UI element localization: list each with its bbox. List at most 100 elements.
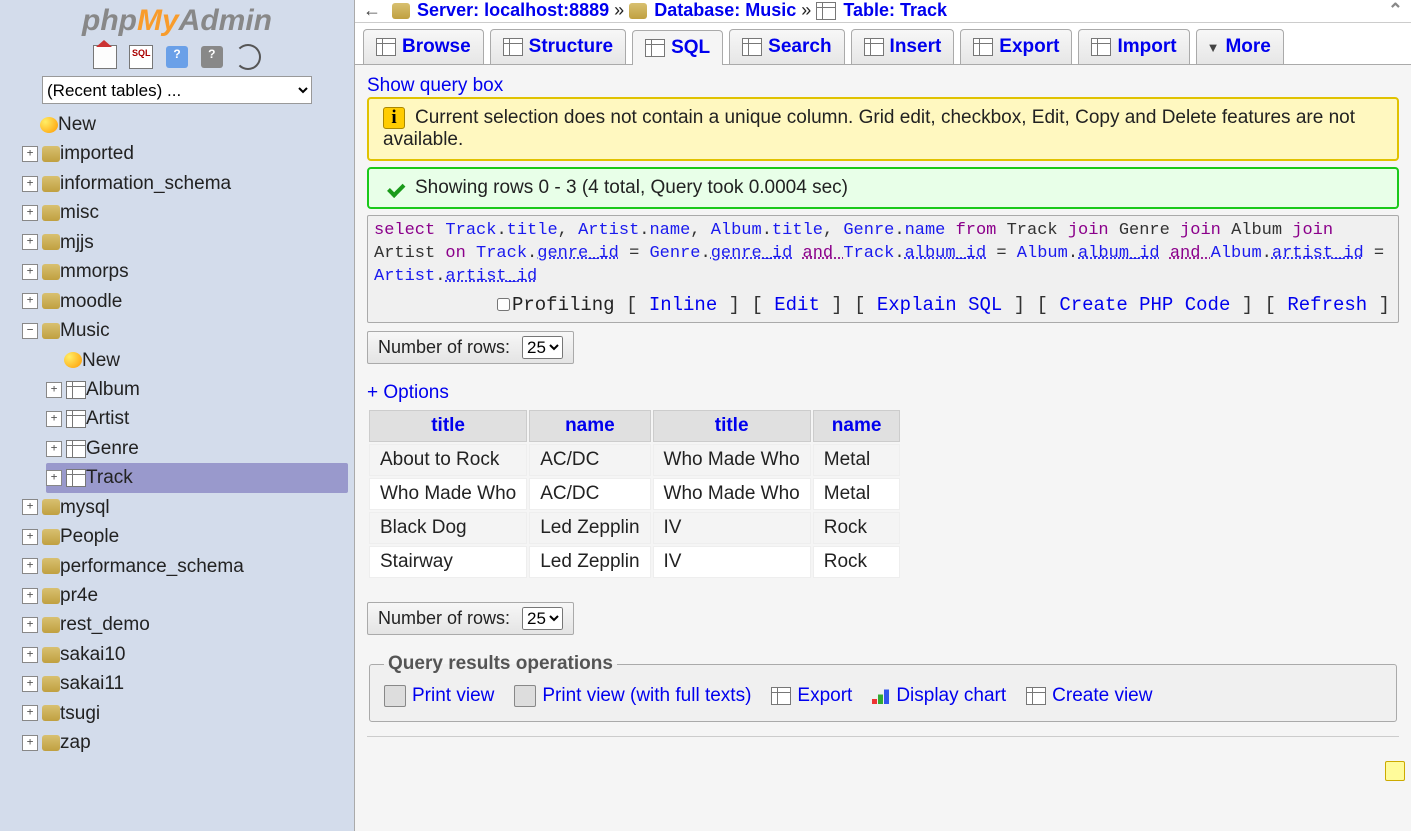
tree-table-artist[interactable]: + Artist bbox=[46, 404, 348, 433]
col-header[interactable]: name bbox=[529, 410, 650, 442]
expand-icon[interactable]: + bbox=[22, 588, 38, 604]
profiling-checkbox-label[interactable]: Profiling bbox=[493, 294, 615, 316]
expand-icon[interactable]: + bbox=[22, 529, 38, 545]
tree-new[interactable]: New bbox=[22, 110, 348, 139]
results-table: titlenametitlenameAbout to RockAC/DCWho … bbox=[367, 408, 902, 580]
table-cell: AC/DC bbox=[529, 478, 650, 510]
explain-sql-link[interactable]: Explain SQL bbox=[877, 294, 1002, 316]
tab-browse[interactable]: Browse bbox=[363, 29, 484, 64]
tab-export[interactable]: Export bbox=[960, 29, 1072, 64]
tree-table-track[interactable]: + Track bbox=[46, 463, 348, 492]
tab-more[interactable]: ▼More bbox=[1196, 29, 1284, 64]
breadcrumb-table[interactable]: Table: Track bbox=[843, 0, 947, 20]
expand-icon[interactable]: + bbox=[46, 441, 62, 457]
database-icon bbox=[42, 234, 60, 250]
print-icon bbox=[514, 685, 536, 707]
create-php-link[interactable]: Create PHP Code bbox=[1059, 294, 1230, 316]
inline-link[interactable]: Inline bbox=[649, 294, 717, 316]
col-header[interactable]: title bbox=[369, 410, 527, 442]
sql-display: select Track.title, Artist.name, Album.t… bbox=[367, 215, 1399, 323]
tree-db-pr4e[interactable]: + pr4e bbox=[22, 581, 348, 610]
tree-db-mmorps[interactable]: + mmorps bbox=[22, 257, 348, 286]
display-chart-link[interactable]: Display chart bbox=[872, 685, 1006, 707]
tab-import[interactable]: Import bbox=[1078, 29, 1189, 64]
expand-icon[interactable]: + bbox=[22, 293, 38, 309]
tab-insert[interactable]: Insert bbox=[851, 29, 955, 64]
show-query-box-link[interactable]: Show query box bbox=[367, 75, 503, 96]
expand-icon[interactable]: + bbox=[22, 499, 38, 515]
tab-search[interactable]: Search bbox=[729, 29, 844, 64]
export-link[interactable]: Export bbox=[771, 685, 852, 707]
create-view-link[interactable]: Create view bbox=[1026, 685, 1152, 707]
logo: phpMyAdmin bbox=[0, 4, 354, 38]
expand-icon[interactable]: − bbox=[22, 323, 38, 339]
collapse-icon[interactable]: ⌃ bbox=[1388, 0, 1403, 21]
expand-icon[interactable]: + bbox=[22, 234, 38, 250]
tree-db-misc[interactable]: + misc bbox=[22, 198, 348, 227]
warning-box: iCurrent selection does not contain a un… bbox=[367, 97, 1399, 161]
view-icon bbox=[1026, 687, 1046, 705]
tree-db-information_schema[interactable]: + information_schema bbox=[22, 169, 348, 198]
recent-tables-select[interactable]: (Recent tables) ... bbox=[42, 76, 312, 104]
expand-icon[interactable]: + bbox=[22, 735, 38, 751]
tree-db-performance_schema[interactable]: + performance_schema bbox=[22, 552, 348, 581]
tree-db-mysql[interactable]: + mysql bbox=[22, 493, 348, 522]
sticky-note-icon[interactable] bbox=[1385, 761, 1405, 781]
tree-db-mjjs[interactable]: + mjjs bbox=[22, 228, 348, 257]
expand-icon[interactable]: + bbox=[22, 205, 38, 221]
table-cell: Metal bbox=[813, 478, 901, 510]
tree-db-music[interactable]: − Music bbox=[22, 316, 348, 345]
main-panel: ← Server: localhost:8889 » Database: Mus… bbox=[355, 0, 1411, 831]
tree-db-sakai11[interactable]: + sakai11 bbox=[22, 669, 348, 698]
back-arrow-icon[interactable]: ← bbox=[363, 0, 381, 20]
expand-icon[interactable]: + bbox=[22, 264, 38, 280]
expand-icon[interactable]: + bbox=[22, 676, 38, 692]
table-cell: Black Dog bbox=[369, 512, 527, 544]
tree-table-new[interactable]: New bbox=[46, 346, 348, 375]
col-header[interactable]: name bbox=[813, 410, 901, 442]
tab-bar: BrowseStructureSQLSearchInsertExportImpo… bbox=[355, 23, 1411, 65]
expand-icon[interactable]: + bbox=[46, 382, 62, 398]
col-header[interactable]: title bbox=[653, 410, 811, 442]
expand-icon[interactable]: + bbox=[22, 558, 38, 574]
tab-structure[interactable]: Structure bbox=[490, 29, 626, 64]
docs-icon[interactable]: ? bbox=[201, 46, 223, 68]
rows-select-bottom[interactable]: 25 bbox=[522, 607, 563, 630]
reload-icon[interactable] bbox=[235, 44, 261, 70]
expand-icon[interactable]: + bbox=[46, 470, 62, 486]
database-icon bbox=[42, 705, 60, 721]
home-icon[interactable] bbox=[93, 45, 117, 69]
expand-icon[interactable]: + bbox=[22, 617, 38, 633]
tree-db-rest_demo[interactable]: + rest_demo bbox=[22, 610, 348, 639]
sql-icon[interactable]: SQL bbox=[129, 45, 153, 69]
tree-db-moodle[interactable]: + moodle bbox=[22, 287, 348, 316]
profiling-checkbox[interactable] bbox=[497, 298, 510, 311]
expand-icon[interactable]: + bbox=[22, 146, 38, 162]
tree-db-imported[interactable]: + imported bbox=[22, 139, 348, 168]
database-icon bbox=[42, 205, 60, 221]
expand-icon[interactable]: + bbox=[46, 411, 62, 427]
expand-icon[interactable]: + bbox=[22, 647, 38, 663]
print-view-link[interactable]: Print view bbox=[384, 685, 494, 707]
tree-db-tsugi[interactable]: + tsugi bbox=[22, 699, 348, 728]
warning-text: Current selection does not contain a uni… bbox=[383, 107, 1355, 150]
print-view-full-link[interactable]: Print view (with full texts) bbox=[514, 685, 751, 707]
edit-link[interactable]: Edit bbox=[774, 294, 820, 316]
tree-db-people[interactable]: + People bbox=[22, 522, 348, 551]
options-link[interactable]: + Options bbox=[367, 382, 449, 403]
tree-db-sakai10[interactable]: + sakai10 bbox=[22, 640, 348, 669]
tree-db-zap[interactable]: + zap bbox=[22, 728, 348, 757]
tree-table-album[interactable]: + Album bbox=[46, 375, 348, 404]
table-icon bbox=[66, 381, 86, 399]
help-icon[interactable]: ? bbox=[166, 46, 188, 68]
tab-sql[interactable]: SQL bbox=[632, 30, 723, 65]
breadcrumb-server[interactable]: Server: localhost:8889 bbox=[417, 0, 609, 20]
refresh-link[interactable]: Refresh bbox=[1287, 294, 1367, 316]
database-icon bbox=[42, 617, 60, 633]
rows-select-top[interactable]: 25 bbox=[522, 336, 563, 359]
expand-icon[interactable]: + bbox=[22, 705, 38, 721]
expand-icon[interactable]: + bbox=[22, 176, 38, 192]
breadcrumb-database[interactable]: Database: Music bbox=[654, 0, 796, 20]
tree-table-genre[interactable]: + Genre bbox=[46, 434, 348, 463]
check-icon bbox=[383, 177, 405, 199]
